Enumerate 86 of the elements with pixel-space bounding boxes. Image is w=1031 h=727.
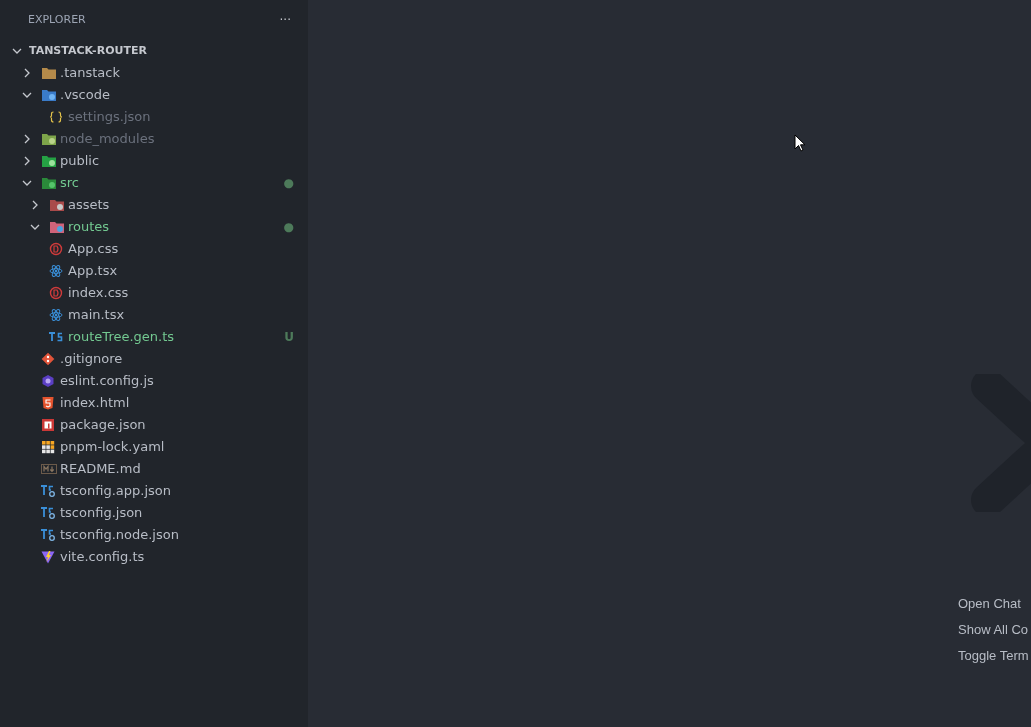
chevron-right-icon[interactable] <box>30 200 40 210</box>
folder-icon <box>41 88 57 102</box>
git-status-label: ● <box>283 219 294 236</box>
file-row[interactable]: App.css <box>0 238 308 260</box>
explorer-title: EXPLORER <box>28 11 86 28</box>
file-row[interactable]: index.html <box>0 392 308 414</box>
chevron-down-icon[interactable] <box>22 90 32 100</box>
css-icon <box>49 242 63 256</box>
file-name: tsconfig.json <box>60 504 143 523</box>
file-name: tsconfig.node.json <box>60 526 179 545</box>
folder-name: .vscode <box>60 86 110 105</box>
file-row[interactable]: README.md <box>0 458 308 480</box>
folder-icon <box>49 220 65 234</box>
chevron-right-icon[interactable] <box>22 68 32 78</box>
folder-icon <box>41 154 57 168</box>
folder-row[interactable]: .tanstack <box>0 62 308 84</box>
folder-icon <box>41 66 57 80</box>
file-row[interactable]: vite.config.ts <box>0 546 308 568</box>
shield-icon <box>41 396 55 410</box>
file-row[interactable]: index.css <box>0 282 308 304</box>
markdown-icon <box>41 464 57 474</box>
file-row[interactable]: tsconfig.app.json <box>0 480 308 502</box>
folder-row[interactable]: src ● <box>0 172 308 194</box>
square-icon <box>41 418 55 432</box>
project-name: TANSTACK-ROUTER <box>29 42 147 59</box>
file-name: package.json <box>60 416 146 435</box>
folder-name: public <box>60 152 100 171</box>
mouse-cursor-icon <box>794 134 806 153</box>
file-name: App.tsx <box>68 262 118 281</box>
file-row[interactable]: pnpm-lock.yaml <box>0 436 308 458</box>
git-status-label: ● <box>283 175 294 192</box>
file-name: routeTree.gen.ts <box>68 328 175 347</box>
file-name: vite.config.ts <box>60 548 145 567</box>
chevron-down-icon[interactable] <box>12 46 22 56</box>
css-icon <box>49 286 63 300</box>
atom-icon <box>49 308 63 322</box>
chevron-down-icon[interactable] <box>30 222 40 232</box>
grid-icon <box>41 440 55 454</box>
diamond-icon <box>41 352 55 366</box>
folder-icon <box>49 198 65 212</box>
shortcut-label: Show All Co <box>958 621 1029 639</box>
file-name: eslint.config.js <box>60 372 154 391</box>
file-name: .gitignore <box>60 350 123 369</box>
file-name: App.css <box>68 240 119 259</box>
shortcut-label: Open Chat <box>958 595 1022 613</box>
file-name: tsconfig.app.json <box>60 482 171 501</box>
folder-icon <box>41 132 57 146</box>
folder-name: routes <box>68 218 110 237</box>
chevron-right-icon[interactable] <box>22 156 32 166</box>
file-row[interactable]: eslint.config.js <box>0 370 308 392</box>
folder-row[interactable]: public <box>0 150 308 172</box>
file-row[interactable]: tsconfig.node.json <box>0 524 308 546</box>
file-name: README.md <box>60 460 141 479</box>
lightning-icon <box>41 550 55 564</box>
file-name: pnpm-lock.yaml <box>60 438 165 457</box>
folder-name: src <box>60 174 79 193</box>
folder-name: .tanstack <box>60 64 120 83</box>
git-status-label: U <box>284 329 294 346</box>
chevron-down-icon[interactable] <box>22 178 32 188</box>
atom-icon <box>49 264 63 278</box>
chevron-right-icon[interactable] <box>22 134 32 144</box>
file-name: main.tsx <box>68 306 125 325</box>
ts-gear-icon <box>41 485 55 497</box>
ts-gear-icon <box>41 529 55 541</box>
folder-row[interactable]: assets <box>0 194 308 216</box>
file-row[interactable]: routeTree.gen.ts U <box>0 326 308 348</box>
folder-row[interactable]: routes ● <box>0 216 308 238</box>
file-row[interactable]: main.tsx <box>0 304 308 326</box>
shortcut-label: Toggle Term <box>958 647 1029 665</box>
file-name: index.html <box>60 394 130 413</box>
more-actions-button[interactable]: ··· <box>279 14 291 26</box>
braces-icon <box>49 111 63 123</box>
ts-gear-icon <box>41 507 55 519</box>
folder-name: node_modules <box>60 130 155 149</box>
file-name: index.css <box>68 284 129 303</box>
file-row[interactable]: .gitignore <box>0 348 308 370</box>
ts-icon <box>49 332 63 342</box>
folder-row[interactable]: .vscode <box>0 84 308 106</box>
project-header[interactable]: TANSTACK-ROUTER <box>0 40 308 62</box>
file-row[interactable]: tsconfig.json <box>0 502 308 524</box>
file-row[interactable]: package.json <box>0 414 308 436</box>
folder-name: assets <box>68 196 110 215</box>
folder-icon <box>41 176 57 190</box>
file-name: settings.json <box>68 108 151 127</box>
file-row[interactable]: App.tsx <box>0 260 308 282</box>
hexagon-icon <box>41 374 55 388</box>
